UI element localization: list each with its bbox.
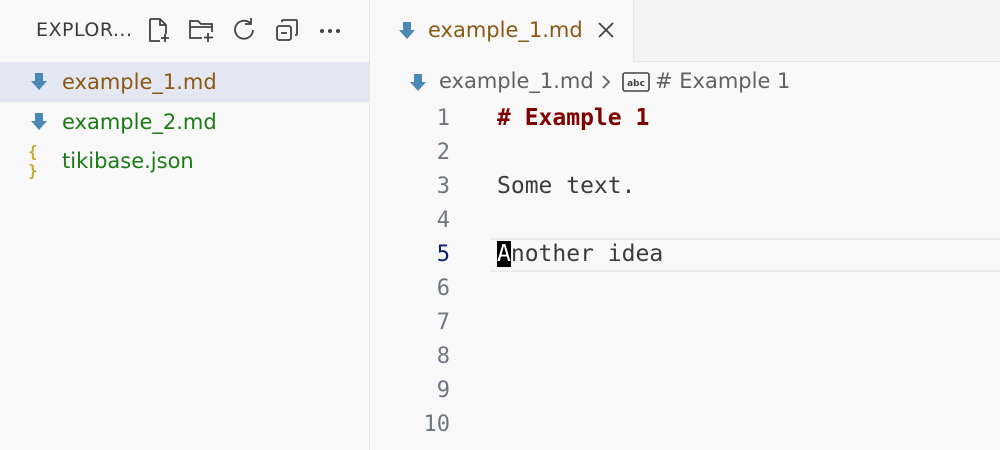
more-actions-icon[interactable] [315, 15, 345, 45]
markdown-icon [410, 74, 426, 91]
code-line[interactable]: Some text. [497, 173, 635, 199]
file-label: example_2.md [62, 110, 217, 134]
markdown-icon [28, 111, 50, 133]
tab-bar: example_1.md [370, 0, 1000, 62]
line-number: 8 [436, 344, 450, 369]
markdown-icon [399, 22, 415, 39]
close-icon[interactable] [594, 18, 618, 42]
line-number-active: 5 [436, 242, 450, 267]
chevron-right-icon [602, 75, 611, 89]
json-icon: { } [28, 142, 39, 180]
breadcrumb-file[interactable]: example_1.md [439, 69, 594, 93]
collapse-all-icon[interactable] [272, 15, 302, 45]
line-number: 6 [436, 276, 450, 301]
file-item-example-2[interactable]: example_2.md [0, 102, 369, 142]
line-number: 7 [436, 310, 450, 335]
explorer-sidebar: EXPLOR... example_1.md example_2.md {} … [0, 0, 370, 450]
line-number: 9 [436, 378, 450, 403]
code-line-heading[interactable]: # Example 1 [497, 105, 649, 131]
explorer-header: EXPLOR... [0, 0, 369, 62]
file-item-tikibase-json[interactable]: { } tikibase.json [0, 141, 369, 181]
line-number: 3 [436, 174, 450, 199]
line-number: 4 [436, 208, 450, 233]
tab-label: example_1.md [428, 18, 583, 42]
code-text: nother idea [510, 241, 664, 267]
line-number: 2 [436, 140, 450, 165]
file-label: example_1.md [62, 70, 217, 94]
svg-text:abc: abc [627, 79, 645, 89]
refresh-icon[interactable] [229, 15, 259, 45]
breadcrumb: example_1.md abc # Example 1 [370, 62, 1000, 102]
file-item-example-1[interactable]: example_1.md [0, 62, 369, 102]
line-number: 1 [436, 106, 450, 131]
file-label: tikibase.json [62, 149, 194, 173]
editor-area: example_1.md example_1.md abc # Example … [370, 0, 1000, 450]
markdown-icon [28, 71, 50, 93]
text-cursor: A [497, 241, 511, 267]
new-folder-icon[interactable] [186, 15, 216, 45]
code-line-current[interactable]: Another idea [497, 241, 663, 267]
breadcrumb-symbol[interactable]: # Example 1 [655, 69, 790, 93]
explorer-title: EXPLOR... [36, 19, 133, 41]
tab-example-1[interactable]: example_1.md [370, 0, 634, 62]
string-symbol-icon: abc [622, 72, 650, 92]
new-file-icon[interactable] [143, 15, 173, 45]
line-number: 10 [423, 412, 451, 437]
